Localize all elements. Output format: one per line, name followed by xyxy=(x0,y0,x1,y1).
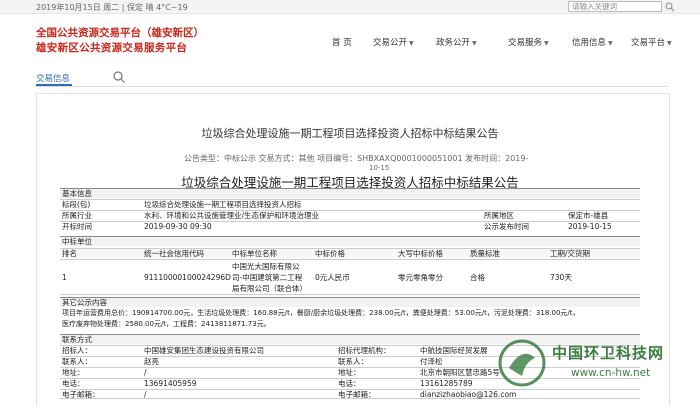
search-input[interactable]: 请输入关键词 xyxy=(568,1,662,12)
winner-name-line: 司-中国建筑第二工程 xyxy=(232,273,303,282)
column-header: 大写中标价格 xyxy=(398,249,443,258)
credit-code-value: 91110000100024296D xyxy=(144,273,231,282)
field-label: 地址： xyxy=(338,368,361,377)
column-header: 中标单位名称 xyxy=(232,249,277,258)
nav-credit-info[interactable]: 信用信息 ▼ xyxy=(572,36,613,48)
top-bar: 2019年10月15日 周二 | 保定 晴 4°C~19 请输入关键词 xyxy=(0,0,700,14)
watermark-url: www.cn-hw.net xyxy=(571,367,651,379)
price-uppercase-value: 零元零角零分 xyxy=(398,273,443,282)
text-line: 医疗废弃物处理费：2580.00元/t，工程费：2413811871.73元。 xyxy=(60,319,640,329)
field-label: 开标时间 xyxy=(62,222,92,231)
rank-value: 1 xyxy=(62,273,67,282)
column-header: 排名 xyxy=(62,249,77,258)
email-link: dianzizhaobiao@126.com xyxy=(420,390,517,399)
field-value: 保定市-雄县 xyxy=(568,211,609,220)
watermark-text: 中国环卫科技网 xyxy=(552,344,665,362)
column-header: 统一社会信用代码 xyxy=(144,249,204,258)
column-header: 质量标准 xyxy=(470,249,500,258)
table-row: 电话： 13691405959 电话： 13161285789 xyxy=(60,378,640,388)
column-header: 中标价格 xyxy=(315,249,345,258)
field-label: 电话： xyxy=(338,379,361,388)
article-meta: 公告类型：中标公示 交易方式：其他 项目编号：SHBXAXQ0001000051… xyxy=(184,154,529,163)
field-value: 北京市朝阳区慧忠路5号 xyxy=(420,368,500,377)
search-icon[interactable] xyxy=(112,70,126,84)
field-value: 2019-10-15 xyxy=(568,222,612,231)
page-title: 垃圾综合处理设施一期工程项目选择投资人招标中标结果公告 xyxy=(201,127,499,140)
search-icon[interactable] xyxy=(664,1,676,12)
field-value: / xyxy=(144,368,147,377)
chevron-down-icon: ▼ xyxy=(409,40,414,47)
site-title-line2[interactable]: 雄安新区公共资源交易服务平台 xyxy=(36,40,187,55)
field-label: 电子邮箱： xyxy=(338,390,376,399)
field-label: 电话： xyxy=(62,379,85,388)
winner-name-line: 局有限公司（联合体） xyxy=(232,284,307,293)
field-label: 所属行业 xyxy=(62,211,92,220)
field-value: 中航技国际经贸发展 xyxy=(420,346,488,355)
section-other: 其它公示内容 xyxy=(60,297,640,307)
other-content-line: 项目年运营费用总价：190814700.00元，生活垃圾处理费：160.88元/… xyxy=(62,309,580,317)
table-row: 开标时间 2019-09-30 09:30 公示发布时间 2019-10-15 xyxy=(60,221,640,231)
field-label: 联系人： xyxy=(338,357,368,366)
watermark-logo-icon xyxy=(498,339,546,387)
field-value: 13691405959 xyxy=(144,379,197,388)
section-basic-info: 基本信息 xyxy=(60,188,640,198)
divider xyxy=(36,86,668,87)
nav-trade-service[interactable]: 交易服务 ▼ xyxy=(508,36,549,48)
field-label: 标段(包) xyxy=(62,200,91,209)
field-label: 联系人： xyxy=(62,357,92,366)
date-weather-text: 2019年10月15日 周二 | 保定 晴 4°C~19 xyxy=(36,3,188,12)
field-value: / xyxy=(144,390,147,399)
nav-trade-public[interactable]: 交易公开 ▼ xyxy=(373,36,414,48)
chevron-down-icon: ▼ xyxy=(472,40,477,47)
winner-name-line: 中国光大国际有限公 xyxy=(232,262,300,271)
nav-trade-platform[interactable]: 交易平台 ▼ xyxy=(631,36,672,48)
field-value: 2019-09-30 09:30 xyxy=(144,222,212,231)
duration-value: 730天 xyxy=(550,273,572,282)
nav-gov-public[interactable]: 政务公开 ▼ xyxy=(436,36,477,48)
tab-trade-info[interactable]: 交易信息 xyxy=(36,72,70,84)
field-label: 公示发布时间 xyxy=(484,222,529,231)
table-row: 电子邮箱： / 电子邮箱： dianzizhaobiao@126.com xyxy=(60,389,640,399)
field-value: 中国雄安集团生态建设投资有限公司 xyxy=(144,346,264,355)
chevron-down-icon: ▼ xyxy=(544,40,549,47)
site-title-line1[interactable]: 全国公共资源交易平台（雄安新区） xyxy=(36,25,204,40)
text-line: 项目年运营费用总价：190814700.00元，生活垃圾处理费：160.88元/… xyxy=(60,308,640,318)
other-content-line: 医疗废弃物处理费：2580.00元/t，工程费：2413811871.73元。 xyxy=(62,320,271,328)
field-label: 所属地区 xyxy=(484,211,514,220)
section-winner: 中标单位 xyxy=(60,236,640,246)
field-value: 付泽松 xyxy=(420,357,443,366)
field-label: 地址： xyxy=(62,368,85,377)
field-value: 水利、环境和公共设施管理业/生态保护和环境治理业 xyxy=(144,211,320,220)
field-label: 电子邮箱： xyxy=(62,390,100,399)
table-row: 所属行业 水利、环境和公共设施管理业/生态保护和环境治理业 所属地区 保定市-雄… xyxy=(60,210,640,220)
quality-value: 合格 xyxy=(470,273,485,282)
table-row: 标段(包) 垃圾综合处理设施一期工程项目选择投资人招标 xyxy=(60,199,640,209)
table-header-row: 排名 统一社会信用代码 中标单位名称 中标价格 大写中标价格 质量标准 工期/交… xyxy=(60,248,640,258)
chevron-down-icon: ▼ xyxy=(667,40,672,47)
field-value: 垃圾综合处理设施一期工程项目选择投资人招标 xyxy=(144,200,302,209)
column-header: 工期/交货期 xyxy=(550,249,591,258)
field-label: 招标人： xyxy=(62,346,92,355)
table-row: 1 91110000100024296D 中国光大国际有限公 司-中国建筑第二工… xyxy=(60,259,640,295)
table-row: 地址： / 地址： 北京市朝阳区慧忠路5号 xyxy=(60,367,640,377)
field-label: 招标代理机构： xyxy=(338,346,391,355)
nav-home[interactable]: 首 页 xyxy=(332,36,352,48)
field-value: 13161285789 xyxy=(420,379,473,388)
field-value: 赵亮 xyxy=(144,357,159,366)
chevron-down-icon: ▼ xyxy=(608,40,613,47)
article-meta-tail: 10-15 xyxy=(369,164,390,172)
price-value: 0元人民币 xyxy=(315,273,350,282)
